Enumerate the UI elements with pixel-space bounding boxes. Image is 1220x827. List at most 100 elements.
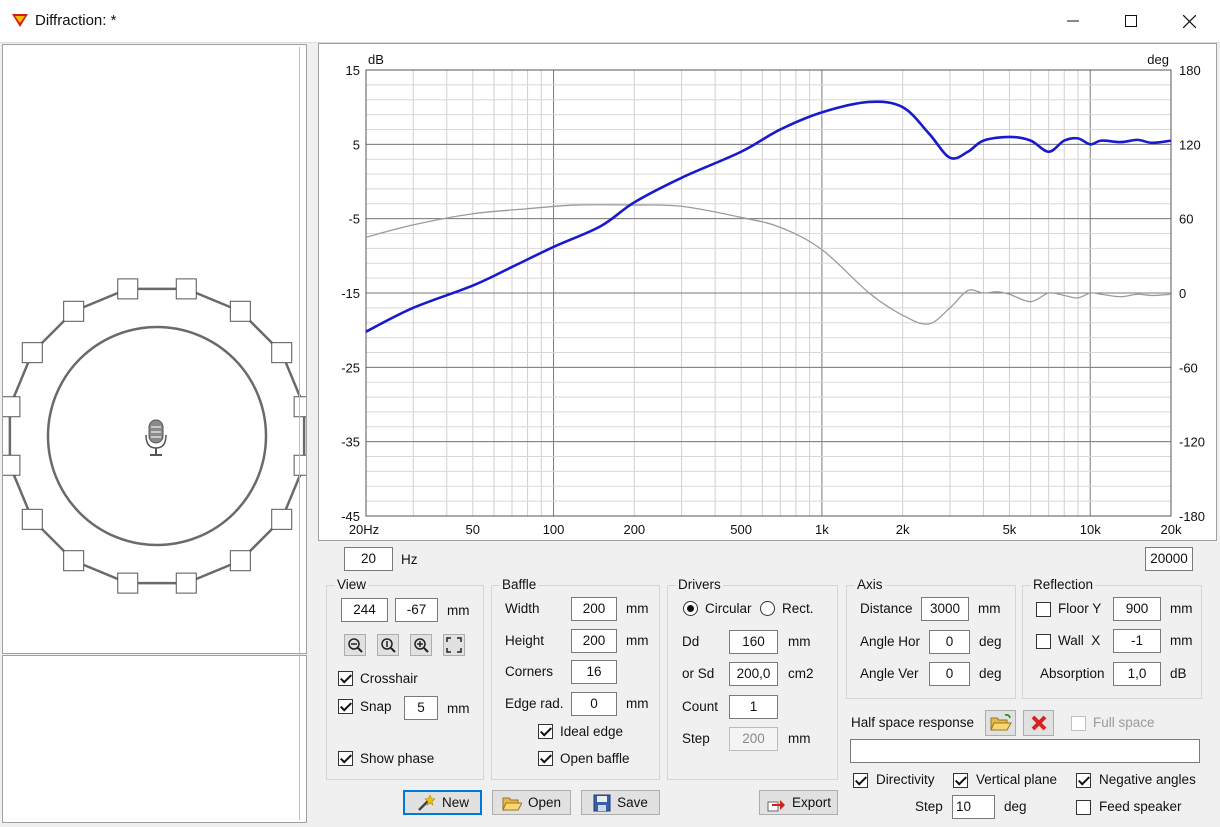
floor-checkbox[interactable] (1036, 602, 1051, 617)
view-x-field[interactable]: 244 (341, 598, 388, 622)
corner-handle[interactable] (21, 508, 43, 530)
crosshair-checkbox[interactable] (338, 671, 353, 686)
corner-handle[interactable] (63, 550, 85, 572)
baffle-width-unit: mm (626, 601, 649, 616)
corner-handle[interactable] (117, 278, 139, 300)
drivers-step-field[interactable]: 200 (729, 727, 778, 751)
floor-unit: mm (1170, 601, 1193, 616)
open-baffle-checkbox[interactable] (538, 751, 553, 766)
baffle-corners-field[interactable]: 16 (571, 660, 617, 684)
wall-field[interactable]: -1 (1113, 629, 1161, 653)
response-chart[interactable]: 15 5 -5 -15 -25 -35 -45 180 120 60 0 -60 -120 -180 dB d… (318, 43, 1217, 541)
count-field[interactable]: 1 (729, 695, 778, 719)
new-button[interactable]: New (403, 790, 482, 815)
snap-checkbox[interactable] (338, 699, 353, 714)
info-pane (2, 655, 307, 823)
corner-handle[interactable] (3, 396, 21, 418)
save-button[interactable]: Save (581, 790, 660, 815)
ideal-edge-checkbox[interactable] (538, 724, 553, 739)
zoom-out-icon (348, 638, 363, 653)
freq-max-field[interactable]: 20000 (1145, 547, 1193, 571)
corner-handle[interactable] (229, 550, 251, 572)
maximize-button[interactable] (1102, 0, 1160, 42)
corner-handle[interactable] (63, 300, 85, 322)
snap-label: Snap (360, 699, 392, 714)
corner-handle[interactable] (117, 572, 139, 594)
snap-unit-label: mm (447, 701, 470, 716)
rect-radio[interactable] (760, 601, 775, 616)
dd-unit: mm (788, 634, 811, 649)
y-right-tick-label: 180 (1179, 63, 1201, 78)
minimize-button[interactable] (1044, 0, 1102, 42)
directivity-checkbox[interactable] (853, 773, 868, 788)
magic-wand-icon (418, 793, 436, 811)
feed-speaker-checkbox[interactable] (1076, 800, 1091, 815)
corner-handle[interactable] (271, 342, 293, 364)
snap-field[interactable]: 5 (404, 696, 438, 720)
floor-label: Floor Y (1058, 601, 1102, 616)
view-y-field[interactable]: -67 (395, 598, 438, 622)
x-tick-label: 10k (1080, 522, 1101, 537)
directivity-step-field[interactable]: 10 (952, 795, 995, 819)
corner-handle[interactable] (293, 396, 306, 418)
magnitude-series-line (365, 100, 1172, 333)
new-button-label: New (441, 795, 469, 810)
freq-min-field[interactable]: 20 (344, 547, 393, 571)
export-button[interactable]: Export (759, 790, 838, 815)
sd-unit: cm2 (788, 666, 814, 681)
close-button[interactable] (1160, 0, 1218, 42)
baffle-edge-unit: mm (626, 696, 649, 711)
zoom-in-icon (414, 638, 429, 653)
angle-ver-field[interactable]: 0 (929, 662, 970, 686)
rect-label: Rect. (782, 601, 814, 616)
wall-checkbox[interactable] (1036, 634, 1051, 649)
corner-handle[interactable] (21, 342, 43, 364)
corner-handle[interactable] (293, 454, 306, 476)
directivity-label: Directivity (876, 772, 935, 787)
corner-handle[interactable] (271, 508, 293, 530)
distance-field[interactable]: 3000 (921, 597, 969, 621)
negative-angles-checkbox[interactable] (1076, 773, 1091, 788)
y-left-tick-label: -15 (341, 286, 360, 301)
angle-hor-field[interactable]: 0 (929, 630, 970, 654)
show-phase-checkbox[interactable] (338, 751, 353, 766)
y-left-tick-label: -5 (348, 212, 360, 227)
half-space-clear-button[interactable] (1023, 710, 1054, 736)
wall-unit: mm (1170, 633, 1193, 648)
delete-x-icon (1031, 715, 1046, 731)
corner-handle[interactable] (175, 278, 197, 300)
half-space-path-field[interactable] (850, 739, 1200, 763)
corner-handle[interactable] (3, 454, 21, 476)
splitter[interactable] (299, 47, 300, 820)
open-button[interactable]: Open (492, 790, 571, 815)
baffle-editor-canvas[interactable] (2, 44, 307, 654)
zoom-in-button[interactable] (410, 634, 432, 656)
zoom-out-button[interactable] (344, 634, 366, 656)
drivers-step-unit: mm (788, 731, 811, 746)
baffle-drawing (3, 278, 306, 594)
full-space-checkbox[interactable] (1071, 716, 1086, 731)
dd-field[interactable]: 160 (729, 630, 778, 654)
y-left-tick-label: -35 (341, 435, 360, 450)
zoom-fit-button[interactable] (377, 634, 399, 656)
sd-field[interactable]: 200,0 (729, 662, 778, 686)
circular-radio[interactable] (683, 601, 698, 616)
baffle-group-title: Baffle (500, 577, 539, 592)
absorption-field[interactable]: 1,0 (1113, 662, 1161, 686)
close-icon (1182, 14, 1196, 28)
phase-series-line (365, 204, 1172, 325)
half-space-open-button[interactable] (985, 710, 1016, 736)
corner-handle[interactable] (229, 300, 251, 322)
baffle-width-field[interactable]: 200 (571, 597, 617, 621)
baffle-edge-field[interactable]: 0 (571, 692, 617, 716)
baffle-height-field[interactable]: 200 (571, 629, 617, 653)
distance-label: Distance (860, 601, 913, 616)
vertical-plane-checkbox[interactable] (953, 773, 968, 788)
floor-field[interactable]: 900 (1113, 597, 1161, 621)
y-right-axis-label: deg (1147, 52, 1169, 67)
x-tick-label: 100 (543, 522, 565, 537)
zoom-extents-button[interactable] (443, 634, 465, 656)
y-right-tick-label: -180 (1179, 509, 1205, 524)
y-right-tick-label: 0 (1179, 286, 1186, 301)
corner-handle[interactable] (175, 572, 197, 594)
